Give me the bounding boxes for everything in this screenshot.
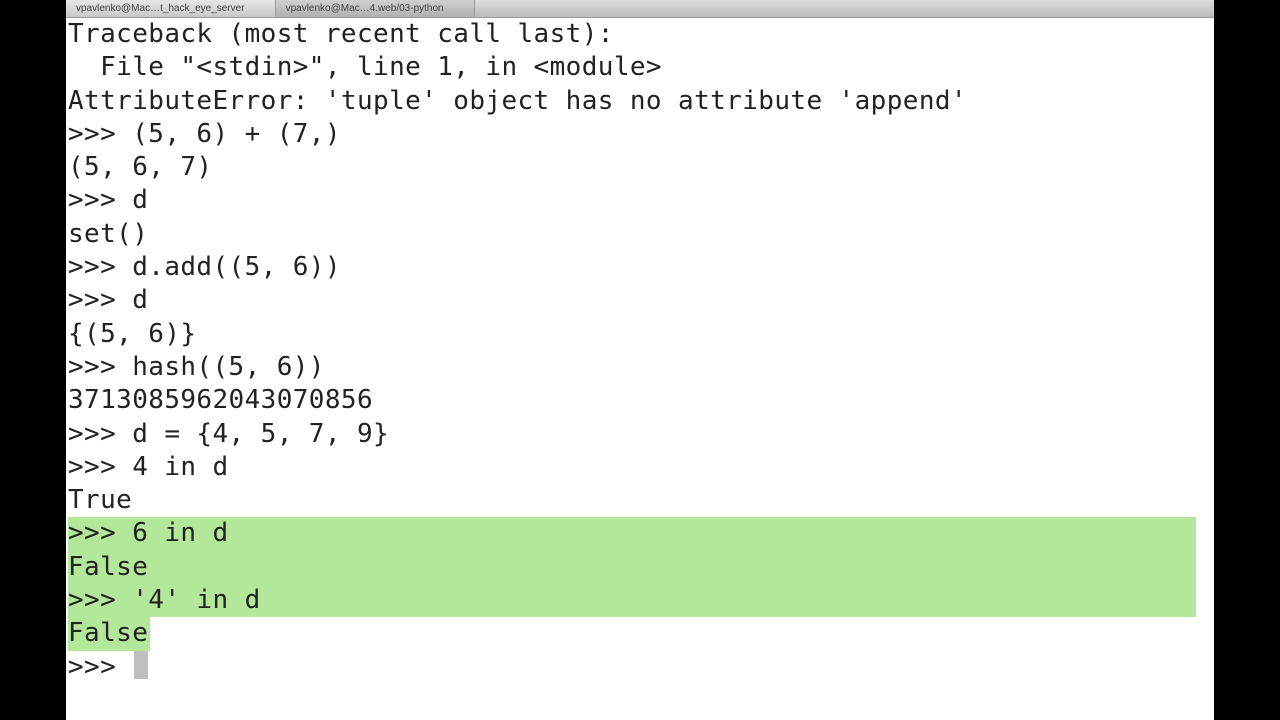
terminal-text: >>> d	[68, 185, 148, 215]
cursor	[134, 651, 148, 679]
terminal-text: {(5, 6)}	[68, 319, 196, 349]
terminal-line: False	[68, 551, 1212, 584]
terminal-text: >>> d = {4, 5, 7, 9}	[68, 419, 389, 449]
terminal-text: >>> 4 in d	[68, 452, 229, 482]
terminal-line: >>>	[68, 651, 1212, 684]
terminal-tab-0[interactable]: vpavlenko@Mac…t_hack_eye_server	[66, 0, 276, 17]
terminal-line: 3713085962043070856	[68, 384, 1212, 417]
terminal-line: >>> d.add((5, 6))	[68, 251, 1212, 284]
terminal-text: Traceback (most recent call last):	[68, 19, 614, 49]
terminal-tabbar: vpavlenko@Mac…t_hack_eye_servervpavlenko…	[66, 0, 1214, 18]
terminal-line: >>> hash((5, 6))	[68, 351, 1212, 384]
terminal-text: (5, 6, 7)	[68, 152, 212, 182]
selection: False	[68, 617, 150, 650]
terminal-text: >>> (5, 6) + (7,)	[68, 119, 341, 149]
terminal-text: >>>	[68, 652, 132, 682]
terminal-line: AttributeError: 'tuple' object has no at…	[68, 85, 1212, 118]
terminal-text: >>> hash((5, 6))	[68, 352, 325, 382]
terminal-line: >>> 4 in d	[68, 451, 1212, 484]
selection: False	[68, 551, 1196, 584]
terminal-line: (5, 6, 7)	[68, 151, 1212, 184]
app-window: vpavlenko@Mac…t_hack_eye_servervpavlenko…	[66, 0, 1214, 720]
terminal-line: >>> d	[68, 184, 1212, 217]
terminal-line: File "<stdin>", line 1, in <module>	[68, 51, 1212, 84]
terminal-line: >>> (5, 6) + (7,)	[68, 118, 1212, 151]
terminal-text: True	[68, 485, 132, 515]
terminal-text: File "<stdin>", line 1, in <module>	[68, 52, 662, 82]
terminal-line: Traceback (most recent call last):	[68, 18, 1212, 51]
terminal-text: AttributeError: 'tuple' object has no at…	[68, 86, 967, 116]
terminal-tab-1[interactable]: vpavlenko@Mac…4.web/03-python	[276, 0, 475, 17]
terminal-text: set()	[68, 219, 148, 249]
terminal-text: >>> d.add((5, 6))	[68, 252, 341, 282]
terminal-line: False	[68, 617, 1212, 650]
terminal-text: >>> d	[68, 285, 148, 315]
terminal-line: >>> '4' in d	[68, 584, 1212, 617]
selection: >>> '4' in d	[68, 584, 1196, 617]
terminal-text: 3713085962043070856	[68, 385, 373, 415]
selection: >>> 6 in d	[68, 517, 1196, 550]
terminal-line: set()	[68, 218, 1212, 251]
terminal-output[interactable]: Traceback (most recent call last): File …	[66, 18, 1214, 684]
terminal-line: >>> d	[68, 284, 1212, 317]
terminal-line: >>> 6 in d	[68, 517, 1212, 550]
terminal-line: {(5, 6)}	[68, 318, 1212, 351]
terminal-line: >>> d = {4, 5, 7, 9}	[68, 418, 1212, 451]
terminal-line: True	[68, 484, 1212, 517]
